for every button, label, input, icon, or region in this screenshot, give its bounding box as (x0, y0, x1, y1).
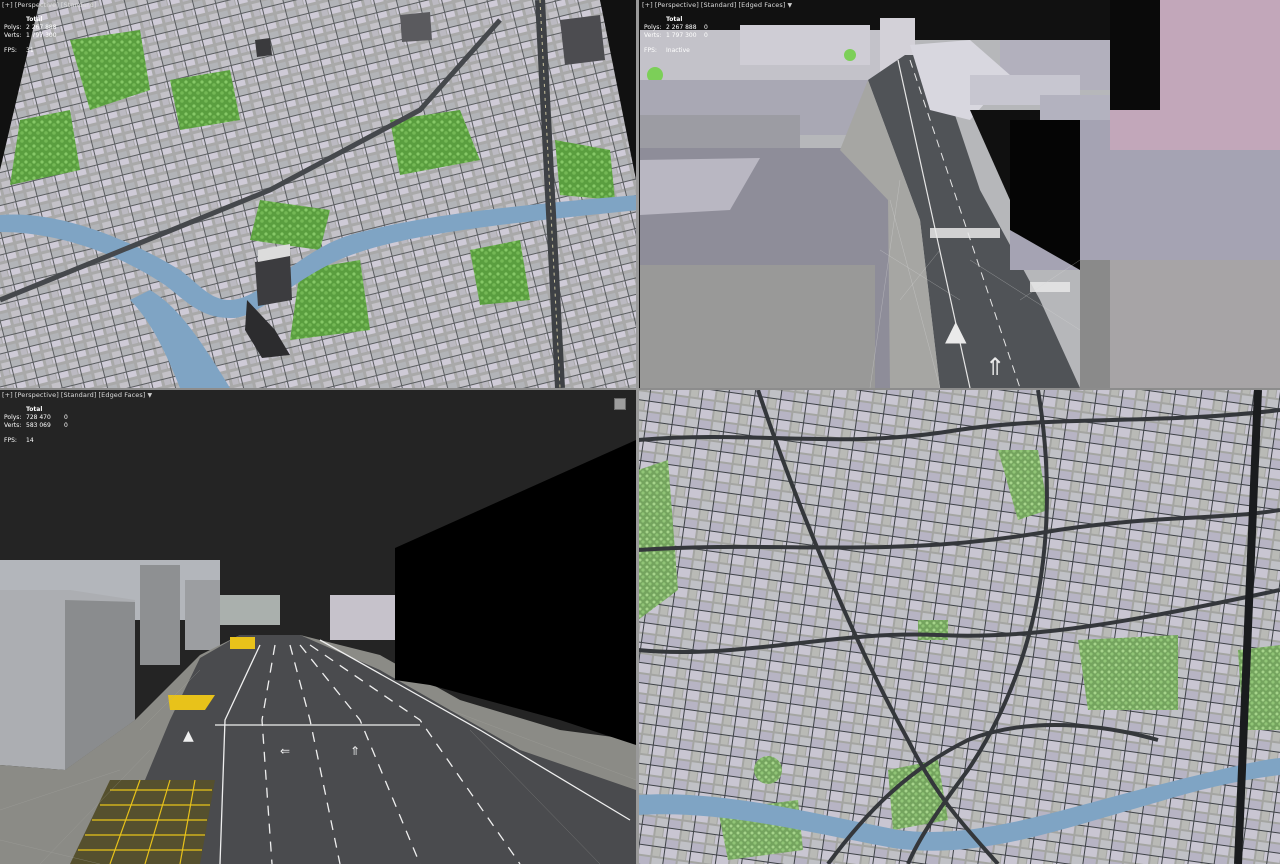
viewport-bottom-left[interactable]: ▲ ⇐ ⇑ [+] [Perspective] [Standard] [Edge… (0, 390, 636, 864)
polys-selected: 0 (704, 24, 708, 31)
fps-label: FPS: (4, 47, 17, 54)
maximize-viewport-icon[interactable] (614, 398, 626, 410)
viewport-plus-menu[interactable]: [+] (2, 1, 13, 9)
viewport-mode-menu[interactable]: [Edged Faces] (739, 1, 786, 9)
polys-label: Polys: (4, 414, 22, 421)
verts-count: 1 797 300 (666, 32, 697, 39)
viewport-label[interactable]: [+] [Perspective] [Standard] [Edged Face… (642, 1, 792, 9)
lane-arrow-text: ▲ (945, 314, 967, 347)
verts-selected: 0 (64, 422, 68, 429)
polys-count: 2 267 888 (26, 24, 57, 31)
verts-count: 583 069 (26, 422, 51, 429)
viewport-plus-menu[interactable]: [+] (642, 1, 653, 9)
funnel-icon[interactable]: ▼ (788, 2, 793, 9)
viewport-view-menu[interactable]: [Perspective] (15, 391, 59, 399)
polys-count: 728 470 (26, 414, 51, 421)
fps-label: FPS: (4, 437, 17, 444)
viewport-view-menu[interactable]: [Perspective] (15, 1, 59, 9)
fps-value: 14 (26, 437, 34, 444)
verts-count: 1 797 300 (26, 32, 57, 39)
stats-total-label: Total (666, 16, 683, 23)
verts-label: Verts: (4, 32, 22, 39)
fps-value: Inactive (666, 47, 690, 54)
street-render-edged: ▲ ⇑ (640, 0, 1280, 388)
polys-count: 2 267 888 (666, 24, 697, 31)
fps-value: 31 (26, 47, 34, 54)
viewport-top-left[interactable]: [+] [Perspective] [Standard] Total Polys… (0, 0, 638, 388)
viewport-shading-menu[interactable]: [Standard] (61, 1, 97, 9)
tower-block (255, 255, 292, 306)
statistics-overlay: Total Polys: 728 470 0 Verts: 583 069 0 FPS:… (4, 406, 74, 445)
top-down-city-render (638, 390, 1280, 864)
stats-total-label: Total (26, 16, 43, 23)
verts-label: Verts: (4, 422, 22, 429)
viewport-mode-menu[interactable]: [Edged Faces] (99, 391, 146, 399)
viewport-view-menu[interactable]: [Perspective] (655, 1, 699, 9)
svg-text:⇑: ⇑ (350, 744, 360, 758)
svg-text:⇑: ⇑ (985, 353, 1005, 381)
road-arrow-text: ▲ (183, 728, 194, 744)
viewport-plus-menu[interactable]: [+] (2, 391, 13, 399)
funnel-icon[interactable]: ▼ (148, 392, 153, 399)
fps-label: FPS: (644, 47, 657, 54)
viewport-label[interactable]: [+] [Perspective] [Standard] (2, 1, 97, 9)
viewport-bottom-right[interactable] (638, 390, 1280, 864)
verts-selected: 0 (704, 32, 708, 39)
stats-total-label: Total (26, 406, 43, 413)
polys-label: Polys: (644, 24, 662, 31)
viewport-divider-horizontal[interactable] (0, 388, 1280, 390)
aerial-city-render (0, 0, 638, 388)
polys-selected: 0 (64, 414, 68, 421)
svg-text:⇐: ⇐ (280, 744, 290, 758)
verts-label: Verts: (644, 32, 662, 39)
viewport-divider-vertical[interactable] (636, 0, 639, 864)
crosswalk (930, 228, 1000, 238)
road-level-render: ▲ ⇐ ⇑ (0, 390, 636, 864)
viewport-top-right[interactable]: ▲ ⇑ [+] [Perspective] [Standard] [Edged … (640, 0, 1280, 388)
viewport-label[interactable]: [+] [Perspective] [Standard] [Edged Face… (2, 391, 152, 399)
viewport-shading-menu[interactable]: [Standard] (61, 391, 97, 399)
statistics-overlay: Total Polys: 2 267 888 Verts: 1 797 300 FP… (4, 16, 64, 55)
round-plaza (754, 756, 782, 784)
polys-label: Polys: (4, 24, 22, 31)
viewport-shading-menu[interactable]: [Standard] (701, 1, 737, 9)
statistics-overlay: Total Polys: 2 267 888 0 Verts: 1 797 300 0 … (644, 16, 714, 55)
